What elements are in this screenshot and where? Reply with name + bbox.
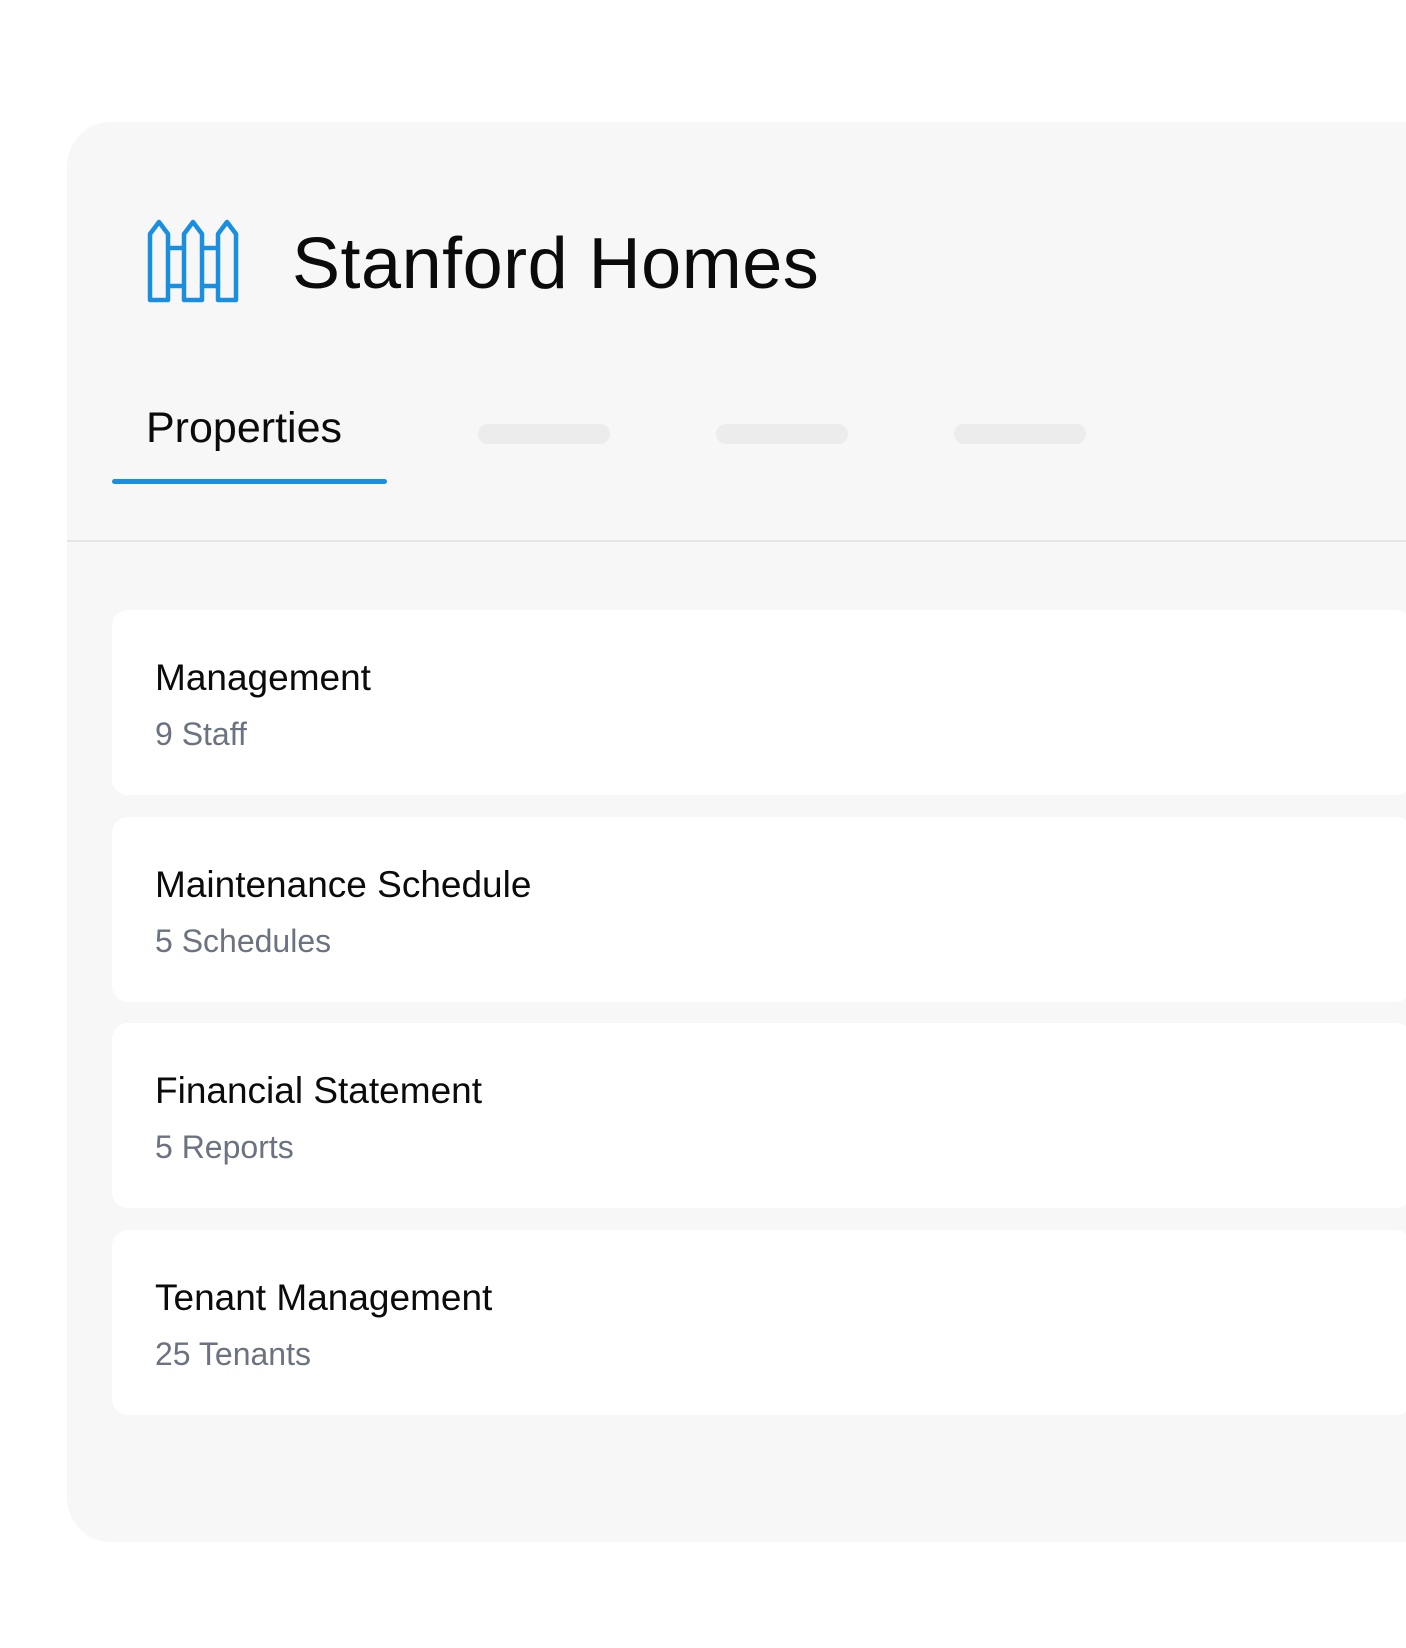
tab-placeholder-1[interactable] — [478, 424, 610, 444]
tabs-divider — [67, 540, 1406, 542]
tab-properties-label: Properties — [146, 404, 342, 452]
card-subtitle: 9 Staff — [155, 716, 247, 752]
card-subtitle: 5 Reports — [155, 1129, 294, 1165]
active-tab-indicator — [112, 479, 387, 484]
card-title: Tenant Management — [155, 1277, 493, 1318]
list-item-tenant-management[interactable]: Tenant Management 25 Tenants — [112, 1230, 1406, 1415]
tab-placeholder-2[interactable] — [716, 424, 848, 444]
list-item-financial-statement[interactable]: Financial Statement 5 Reports — [112, 1023, 1406, 1208]
card-title: Financial Statement — [155, 1070, 483, 1111]
tab-properties[interactable]: Properties — [112, 398, 387, 486]
tab-placeholder-3[interactable] — [954, 424, 1086, 444]
fence-icon — [147, 219, 239, 303]
card-title: Management — [155, 657, 371, 698]
list-item-maintenance-schedule[interactable]: Maintenance Schedule 5 Schedules — [112, 817, 1406, 1002]
list-item-management[interactable]: Management 9 Staff — [112, 610, 1406, 795]
card-subtitle: 5 Schedules — [155, 923, 332, 959]
card-title: Maintenance Schedule — [155, 864, 532, 905]
card-subtitle: 25 Tenants — [155, 1336, 311, 1372]
brand-header — [146, 218, 240, 306]
page-title: Stanford Homes — [292, 224, 820, 304]
